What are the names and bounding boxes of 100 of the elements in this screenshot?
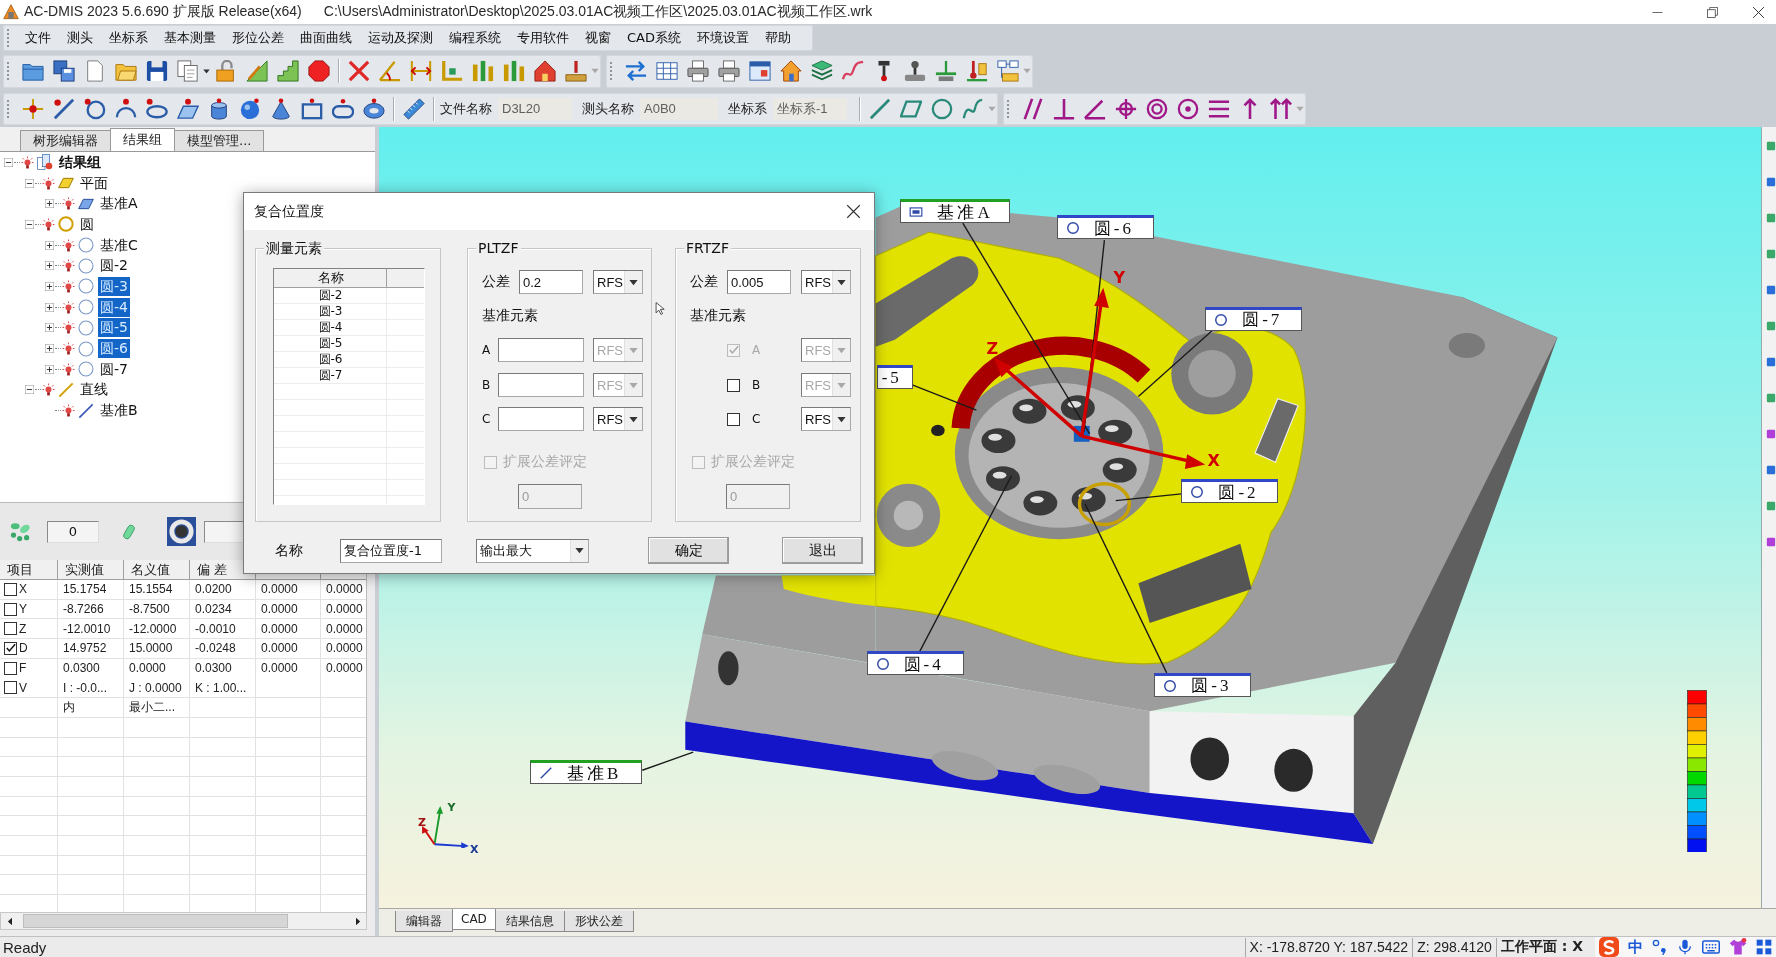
tab[interactable]: 形状公差 (563, 911, 634, 932)
corner-icon[interactable] (440, 60, 463, 82)
exit-button[interactable]: 退出 (782, 537, 863, 564)
input-field[interactable] (498, 373, 584, 397)
point-icon[interactable] (21, 97, 44, 120)
curve-icon[interactable] (841, 60, 864, 82)
level-icon[interactable] (934, 60, 957, 82)
input-mode[interactable]: 中 (1628, 937, 1643, 957)
line-icon[interactable] (52, 97, 75, 120)
swap-arrows-icon[interactable] (624, 60, 647, 82)
bars-icon[interactable] (502, 60, 525, 82)
checkbox[interactable] (4, 622, 17, 636)
keyboard-icon[interactable] (1702, 938, 1720, 956)
cone-icon[interactable] (269, 97, 292, 120)
line-icon[interactable] (868, 97, 891, 120)
input-field[interactable] (498, 338, 584, 362)
ring-icon[interactable] (167, 517, 196, 546)
checkbox[interactable] (727, 412, 740, 426)
expand-icon[interactable] (45, 199, 54, 209)
input-field[interactable]: A0B0 (640, 97, 718, 120)
tree-item[interactable]: 圆-4 (98, 297, 130, 317)
concentric-circles-icon[interactable] (1145, 97, 1168, 120)
square-icon[interactable] (1766, 141, 1776, 151)
column-header[interactable]: 项目 (0, 560, 58, 579)
parallel-icon[interactable] (1021, 97, 1044, 120)
expand-icon[interactable] (45, 364, 54, 374)
circle-icon[interactable] (83, 97, 106, 120)
checkbox[interactable] (4, 661, 17, 675)
square-icon[interactable] (1766, 501, 1776, 511)
element-list[interactable]: 名称 圆-2 圆-3 圆-4 圆-5 圆-6 圆-7 (273, 268, 425, 505)
collapse-icon[interactable] (4, 157, 13, 167)
expand-icon[interactable] (45, 344, 54, 354)
menu-item[interactable]: CAD系统 (619, 25, 689, 51)
ellipse-icon[interactable] (145, 97, 168, 120)
input-field[interactable]: D3L20 (498, 97, 572, 120)
square-icon[interactable] (1766, 249, 1776, 259)
checkbox[interactable] (727, 378, 740, 392)
restore-icon[interactable] (1707, 6, 1718, 18)
caret-icon[interactable] (203, 67, 210, 75)
square-icon[interactable] (1766, 285, 1776, 295)
tab[interactable]: 结果信息 (494, 911, 565, 932)
tab[interactable]: 模型管理... (174, 130, 265, 151)
caret-icon[interactable] (629, 277, 638, 287)
dropdown[interactable]: RFS (801, 270, 851, 294)
slot-icon[interactable] (331, 97, 354, 120)
window-icon[interactable] (748, 60, 771, 82)
collapse-icon[interactable] (24, 219, 34, 229)
copy-icon[interactable] (176, 60, 199, 82)
stop-icon[interactable] (307, 60, 330, 82)
square-icon[interactable] (1766, 357, 1776, 367)
scrollbar-thumb[interactable] (23, 914, 288, 928)
tab[interactable]: 树形编辑器 (20, 130, 111, 151)
menu-item[interactable]: 基本测量 (156, 25, 224, 51)
dropdown[interactable]: RFS (801, 407, 851, 431)
expand-icon[interactable] (45, 302, 54, 312)
arc-icon[interactable] (114, 97, 137, 120)
menu-item[interactable]: 环境设置 (689, 25, 757, 51)
input-field[interactable]: 0 (47, 520, 99, 543)
probe-icon[interactable] (965, 60, 988, 82)
horizontal-scrollbar[interactable] (0, 912, 367, 930)
collapse-icon[interactable] (24, 178, 34, 188)
collapse-icon[interactable] (24, 385, 34, 395)
menu-item[interactable]: 运动及探测 (360, 25, 441, 51)
cross-icon[interactable] (347, 60, 370, 82)
tree-item[interactable]: 平面 (77, 173, 110, 193)
angle-icon[interactable] (1083, 97, 1106, 120)
ruler-icon[interactable] (402, 97, 425, 120)
close-icon[interactable] (1751, 5, 1765, 19)
expand-icon[interactable] (45, 323, 54, 333)
square-icon[interactable] (1766, 465, 1776, 475)
column-header[interactable]: 名义值 (124, 560, 190, 579)
menu-item[interactable]: 坐标系 (101, 25, 156, 51)
expand-icon[interactable] (45, 261, 54, 271)
checkbox[interactable] (4, 641, 17, 655)
perpendicular-icon[interactable] (1052, 97, 1075, 120)
menu-item[interactable]: 专用软件 (509, 25, 577, 51)
square-icon[interactable] (1766, 321, 1776, 331)
column-header[interactable]: 实测值 (58, 560, 124, 579)
menu-item[interactable]: 帮助 (757, 25, 799, 51)
menu-item[interactable]: 文件 (17, 25, 59, 51)
square-icon[interactable] (1766, 537, 1776, 547)
angle-icon[interactable] (378, 60, 401, 82)
menu-item[interactable]: 形位公差 (224, 25, 292, 51)
caret-icon[interactable] (837, 414, 846, 424)
dimension-icon[interactable] (409, 60, 432, 82)
stairs-icon[interactable] (276, 60, 299, 82)
tree-item[interactable]: 圆 (77, 214, 96, 234)
grid-icon[interactable] (655, 60, 678, 82)
disks-icon[interactable] (52, 60, 75, 82)
tree-item[interactable]: 圆-7 (98, 359, 130, 379)
checkbox[interactable] (4, 602, 17, 616)
tree-item[interactable]: 直线 (77, 380, 110, 400)
tree-item[interactable]: 结果组 (57, 152, 103, 172)
printer-icon[interactable] (717, 60, 740, 82)
input-field[interactable]: 坐标系-1 (773, 97, 847, 120)
square-icon[interactable] (1766, 429, 1776, 439)
input-field[interactable]: 0.2 (519, 270, 583, 294)
menu-item[interactable]: 曲面曲线 (292, 25, 360, 51)
confirm-button[interactable]: 确定 (648, 537, 729, 564)
save-icon[interactable] (145, 60, 168, 82)
